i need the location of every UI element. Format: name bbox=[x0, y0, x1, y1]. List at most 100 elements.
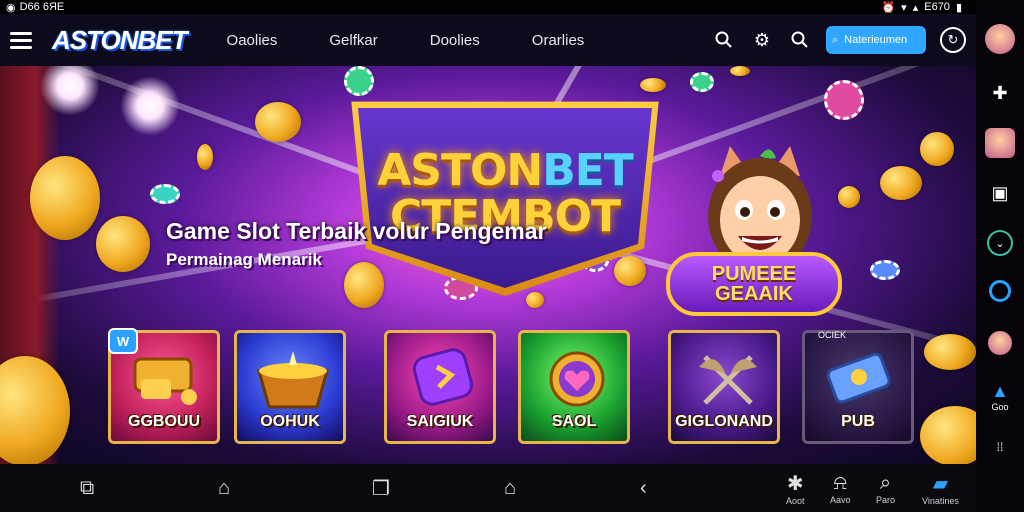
coin-icon bbox=[880, 166, 922, 200]
bottom-tab-1-label: Aoot bbox=[786, 495, 805, 506]
refresh-icon[interactable]: ↻ bbox=[940, 27, 966, 53]
game-card[interactable]: PUB bbox=[802, 330, 914, 444]
search-icon-secondary[interactable] bbox=[788, 28, 812, 52]
bottom-tab-4-label: Vinatines bbox=[922, 495, 959, 506]
home-button-icon[interactable]: ⌂ bbox=[504, 464, 516, 512]
coin-icon bbox=[344, 262, 384, 308]
coin-icon bbox=[255, 102, 301, 142]
status-time: E670 bbox=[924, 1, 950, 13]
bottom-tab-2[interactable]: ⍾ Aavo bbox=[830, 464, 851, 512]
title-word-2: BET bbox=[542, 145, 634, 196]
search-icon[interactable] bbox=[712, 28, 736, 52]
coin-icon bbox=[920, 406, 976, 464]
game-card[interactable]: GIGLONAND bbox=[668, 330, 780, 444]
top-navigation: ASTONBET Oaolies Gelfkar Doolies Orarlie… bbox=[0, 14, 976, 66]
card-label: GGBOUU bbox=[128, 413, 200, 430]
card-tag-badge: W bbox=[108, 328, 138, 354]
nav-link-2[interactable]: Gelfkar bbox=[329, 32, 377, 49]
rail-user-avatar[interactable] bbox=[985, 328, 1015, 358]
mascot-badge-line2: GEAAIK bbox=[715, 283, 793, 305]
nav-link-1[interactable]: Oaolies bbox=[227, 32, 278, 49]
search-field[interactable]: ⌕ bbox=[826, 26, 926, 54]
search-input[interactable] bbox=[842, 33, 917, 47]
search-field-icon: ⌕ bbox=[832, 33, 839, 46]
status-left-text: D66 6ЯE bbox=[19, 1, 65, 13]
bottom-tab-3[interactable]: ⌕ Paro bbox=[876, 464, 895, 512]
coin-icon bbox=[838, 186, 860, 208]
puzzle-icon[interactable]: ✚ bbox=[985, 78, 1015, 108]
spotlight bbox=[120, 76, 180, 136]
status-bar: ◉ D66 6ЯE ⏰ ▾ ▴ E670 ▮ bbox=[0, 0, 976, 14]
chevron-down-icon[interactable]: ⌄ bbox=[985, 228, 1015, 258]
chip-icon bbox=[690, 72, 714, 92]
nav-link-4[interactable]: Orarlies bbox=[532, 32, 585, 49]
search-icon: ⌕ bbox=[879, 471, 892, 494]
game-card[interactable]: SAOL bbox=[518, 330, 630, 444]
coin-icon bbox=[640, 78, 666, 92]
card-label: PUB bbox=[841, 413, 875, 430]
nav-links: Oaolies Gelfkar Doolies Orarlies bbox=[227, 32, 585, 49]
coin-icon bbox=[526, 292, 544, 308]
logo[interactable]: ASTONBET bbox=[52, 25, 188, 56]
scroll-ticket-icon bbox=[826, 352, 891, 404]
treasure-pot-icon bbox=[257, 351, 329, 409]
game-card[interactable]: SAIGIUK bbox=[384, 330, 496, 444]
nav-actions: ⚙ ⌕ ↻ bbox=[712, 26, 966, 54]
settings-icon[interactable]: ⚙ bbox=[750, 28, 774, 52]
chat-icon[interactable] bbox=[985, 276, 1015, 306]
back-icon[interactable]: ‹ bbox=[640, 464, 647, 512]
coin-icon bbox=[730, 66, 750, 76]
windows-icon[interactable]: ❐ bbox=[372, 464, 390, 512]
recent-apps-icon[interactable]: ⧉ bbox=[80, 464, 94, 512]
battery-icon: ▮ bbox=[955, 1, 962, 14]
home-icon[interactable]: ⌂ bbox=[218, 464, 230, 512]
coin-icon bbox=[924, 334, 976, 370]
coin-icon bbox=[614, 256, 646, 286]
coin-icon bbox=[920, 132, 954, 166]
grid-dots-icon[interactable]: ⁞⁞ bbox=[985, 432, 1015, 462]
title-word-1: ASTON bbox=[377, 145, 543, 196]
purple-reel-icon bbox=[412, 348, 474, 406]
wifi-icon: ▾ bbox=[901, 1, 907, 14]
hero-headline: Game Slot Terbaik volur Pengemar bbox=[166, 218, 547, 244]
bottom-tab-3-label: Paro bbox=[876, 494, 896, 505]
app-icon: ◉ bbox=[6, 1, 16, 14]
coin-icon bbox=[30, 156, 100, 240]
mascot-badge-line1: PUMEEE bbox=[711, 263, 797, 285]
card-label: GIGLONAND bbox=[675, 413, 773, 430]
signal-icon: ▴ bbox=[912, 1, 919, 14]
heart-medallion-icon bbox=[549, 351, 605, 407]
coin-icon bbox=[96, 216, 150, 272]
card-label: SAIGIUK bbox=[406, 413, 474, 430]
nav-link-3[interactable]: Doolies bbox=[430, 32, 480, 49]
rail-avatar[interactable] bbox=[985, 24, 1015, 54]
screen-icon[interactable]: ▣ bbox=[985, 178, 1015, 208]
chip-icon bbox=[150, 184, 180, 204]
rail-game-avatar[interactable] bbox=[985, 128, 1015, 158]
bottom-tab-4[interactable]: ▰ Vinatines bbox=[922, 464, 959, 512]
hero-subheadline: Permainag Menarik bbox=[166, 250, 322, 269]
mascot-badge[interactable]: PUMEEE GEAAIK bbox=[666, 252, 842, 316]
gear-icon: ✱ bbox=[786, 472, 804, 495]
rail-bottom-label: Goo bbox=[991, 401, 1009, 412]
gold-bars-icon bbox=[133, 357, 197, 405]
hero-banner: ASTONBET CTEMBOT Game Slot Terbaik volur… bbox=[0, 66, 976, 464]
ship-icon: ▰ bbox=[932, 472, 949, 495]
chip-icon bbox=[870, 260, 900, 280]
game-card[interactable]: OOHUK bbox=[234, 330, 346, 444]
bottom-tab-2-label: Aavo bbox=[830, 494, 851, 505]
bottom-tab-1[interactable]: ✱ Aoot bbox=[786, 464, 805, 512]
crossed-wings-icon bbox=[699, 355, 757, 405]
rail-more[interactable]: ▲ Goo bbox=[985, 378, 1015, 414]
side-rail: ✚ ▣ ⌄ ▲ Goo ⁞⁞ bbox=[976, 0, 1024, 512]
card-label: OOHUK bbox=[260, 413, 320, 430]
ship-icon: ▲ bbox=[991, 380, 1009, 401]
coin-icon bbox=[197, 144, 213, 170]
card-mini-tag: OCIEK bbox=[818, 330, 847, 340]
chip-icon bbox=[824, 80, 864, 120]
title-word-4: T bbox=[591, 191, 621, 242]
alarm-icon: ⏰ bbox=[881, 1, 896, 14]
bottom-navigation: ⧉ ⌂ ❐ ⌂ ‹ ✱ Aoot ⍾ Aavo ⌕ Paro ▰ Vinatines bbox=[0, 464, 976, 512]
menu-icon[interactable] bbox=[10, 31, 32, 49]
gift-icon: ⍾ bbox=[833, 471, 847, 494]
